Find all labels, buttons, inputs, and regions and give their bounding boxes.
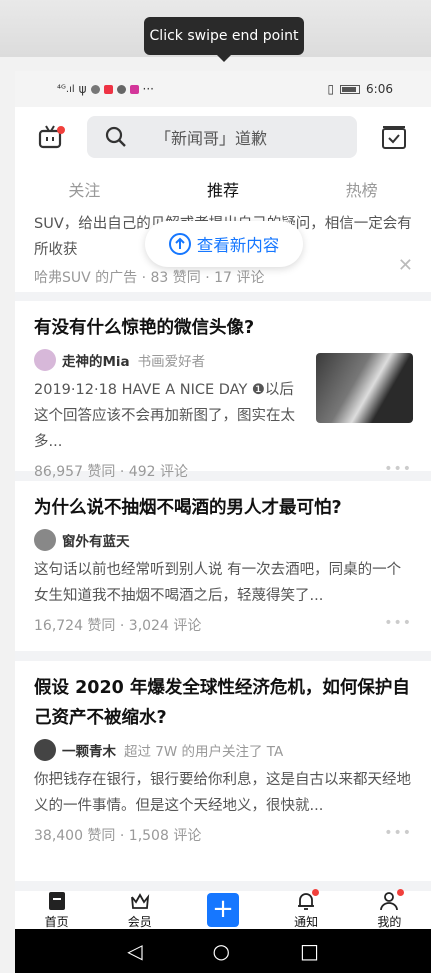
notification-badge	[312, 888, 320, 896]
card-meta: 16,724 赞同 · 3,024 评论 •••	[34, 615, 412, 635]
recents-icon[interactable]: □	[300, 939, 319, 963]
card-title: 为什么说不抽烟不喝酒的男人才最可怕?	[34, 498, 342, 518]
nav-notifications-label: 通知	[294, 914, 319, 929]
ad-meta-text: 哈弗SUV 的广告 · 83 赞同 · 17 评论	[34, 270, 265, 286]
author-desc: 超过 7W 的用户关注了 TA	[124, 744, 284, 760]
arrow-up-icon	[168, 233, 191, 255]
nav-home[interactable]: 首页	[29, 891, 85, 930]
status-icons-left: ⁴ᴳ.ıl ψ ···	[57, 82, 154, 96]
nav-profile-label: 我的	[377, 914, 402, 929]
profile-icon	[380, 891, 399, 910]
system-nav-bar: ◁ ○ □	[15, 929, 431, 973]
nav-home-label: 首页	[44, 914, 69, 929]
crown-icon	[130, 892, 149, 909]
app-icon	[103, 84, 113, 94]
search-icon	[105, 126, 126, 147]
app-icon	[129, 84, 139, 94]
wechat-icon	[116, 84, 126, 94]
search-placeholder: 「新闻哥」道歉	[155, 129, 268, 148]
more-icon[interactable]: •••	[384, 461, 412, 481]
card-excerpt: 你把钱存在银行，银行要给你利息，这是自古以来都天经地义的一件事情。但是这个天经地…	[34, 772, 411, 814]
tab-hot[interactable]: 热榜	[292, 177, 431, 201]
author-name: 窗外有蓝天	[62, 534, 130, 550]
status-icons-right: ▯ 6:06	[327, 82, 393, 96]
card-thumbnail	[316, 353, 413, 423]
card-excerpt: 2019·12·18 HAVE A NICE DAY ❶以后这个回答应该不会再加…	[34, 382, 295, 450]
status-time: 6:06	[366, 82, 393, 96]
more-notifications-icon: ···	[142, 82, 154, 96]
home-icon	[48, 891, 65, 910]
back-icon[interactable]: ◁	[127, 939, 142, 963]
card-title: 有没有什么惊艳的微信头像?	[34, 318, 255, 338]
screen: Click swipe end point ⁴ᴳ.ıl ψ ··· ▯ 6:06	[0, 0, 431, 973]
feed-card[interactable]: 为什么说不抽烟不喝酒的男人才最可怕? 窗外有蓝天 这句话以前也经常听到别人说 有…	[15, 481, 431, 651]
nav-notifications[interactable]: 通知	[278, 888, 334, 930]
nav-vip[interactable]: 会员	[112, 891, 168, 930]
nav-profile[interactable]: 我的	[361, 888, 417, 930]
card-meta-text: 16,724 赞同 · 3,024 评论	[34, 618, 202, 634]
battery-icon	[340, 84, 361, 94]
new-content-label: 查看新内容	[196, 236, 280, 255]
app-icon	[90, 84, 100, 94]
nav-vip-label: 会员	[127, 914, 152, 929]
task-check-icon[interactable]	[381, 124, 407, 150]
feed-list[interactable]: SUV，给出自己的见解或者提出自己的疑问，相信一定会有所收获 哈弗SUV 的广告…	[15, 207, 431, 973]
card-meta-text: 38,400 赞同 · 1,508 评论	[34, 828, 202, 844]
feed-card[interactable]: 有没有什么惊艳的微信头像? 走神的Mia 书画爱好者 2019·12·18 HA…	[15, 301, 431, 480]
avatar	[34, 739, 56, 761]
more-icon[interactable]: •••	[384, 825, 412, 845]
feed-card[interactable]: 假设 2020 年爆发全球性经济危机，如何保护自己资产不被缩水? 一颗青木 超过…	[15, 661, 431, 881]
profile-badge	[397, 888, 405, 896]
author-desc: 书画爱好者	[137, 354, 206, 370]
ad-meta: 哈弗SUV 的广告 · 83 赞同 · 17 评论	[34, 267, 412, 287]
status-bar: ⁴ᴳ.ıl ψ ··· ▯ 6:06	[15, 71, 431, 107]
vibrate-icon: ▯	[327, 82, 335, 96]
close-icon[interactable]: ✕	[398, 255, 413, 276]
signal-icon: ⁴ᴳ.ıl	[57, 83, 75, 95]
app-header: 「新闻哥」道歉	[15, 107, 431, 167]
card-meta: 38,400 赞同 · 1,508 评论 •••	[34, 825, 412, 845]
plus-icon: +	[206, 893, 239, 927]
card-author[interactable]: 一颗青木 超过 7W 的用户关注了 TA	[34, 739, 412, 761]
tab-follow[interactable]: 关注	[15, 177, 154, 201]
nav-add[interactable]: +	[195, 893, 251, 927]
feed-tabs: 关注 推荐 热榜	[15, 167, 431, 211]
avatar	[34, 529, 56, 551]
live-tv-icon[interactable]	[37, 122, 67, 152]
home-button-icon[interactable]: ○	[213, 939, 230, 963]
author-name: 一颗青木	[62, 744, 116, 760]
avatar	[34, 349, 56, 371]
author-name: 走神的Mia	[62, 354, 130, 370]
phone-screen: ⁴ᴳ.ıl ψ ··· ▯ 6:06 「新闻哥」道歉 关注 推荐 热榜 SUV，…	[15, 71, 431, 973]
card-author[interactable]: 窗外有蓝天	[34, 529, 412, 551]
new-content-button[interactable]: 查看新内容	[145, 221, 303, 267]
tooltip-text: Click swipe end point	[149, 28, 299, 44]
card-excerpt: 这句话以前也经常听到别人说 有一次去酒吧，同桌的一个女生知道我不抽烟不喝酒之后，…	[34, 562, 402, 604]
bottom-nav: 首页 会员 + 通知 我的	[15, 888, 431, 930]
more-icon[interactable]: •••	[384, 615, 412, 635]
card-title: 假设 2020 年爆发全球性经济危机，如何保护自己资产不被缩水?	[34, 678, 410, 728]
usb-icon: ψ	[78, 82, 87, 96]
card-meta-text: 86,957 赞同 · 492 评论	[34, 464, 188, 480]
card-meta: 86,957 赞同 · 492 评论 •••	[34, 461, 412, 481]
swipe-tooltip: Click swipe end point	[144, 17, 304, 62]
tab-recommend[interactable]: 推荐	[154, 177, 293, 201]
search-box[interactable]: 「新闻哥」道歉	[87, 116, 357, 158]
